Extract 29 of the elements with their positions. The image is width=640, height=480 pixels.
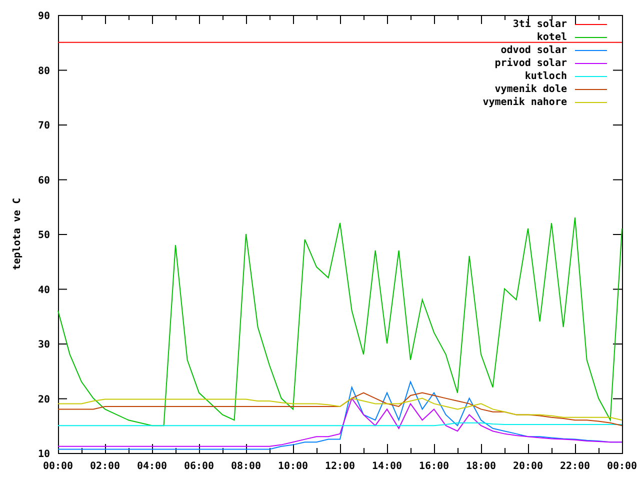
y-tick-label: 70	[38, 120, 50, 132]
x-tick-label: 00:00	[42, 461, 74, 472]
x-tick-label: 06:00	[184, 461, 214, 472]
x-tick-label: 00:00	[606, 461, 638, 472]
x-tick-label: 10:00	[278, 461, 308, 472]
y-tick-label: 30	[38, 340, 50, 350]
y-tick-label: 60	[38, 175, 50, 186]
legend-label: vymenik dole	[494, 84, 567, 95]
legend-label: kutloch	[524, 71, 567, 82]
y-tick-label: 40	[38, 284, 50, 296]
x-tick-label: 16:00	[418, 461, 450, 472]
y-tick-label: 90	[38, 11, 50, 22]
y-tick-label: 20	[38, 394, 50, 406]
y-axis-label: teplota ve C	[12, 198, 23, 270]
x-tick-label: 02:00	[90, 461, 120, 472]
x-tick-label: 20:00	[512, 461, 544, 472]
x-tick-label: 12:00	[324, 461, 356, 472]
y-tick-label: 80	[38, 66, 50, 77]
legend-label: privod solar	[494, 58, 567, 69]
legend-label: kotel	[536, 32, 567, 43]
y-tick-label: 50	[38, 230, 50, 241]
x-tick-label: 14:00	[372, 461, 402, 472]
x-tick-label: 08:00	[230, 461, 262, 472]
legend-label: odvod solar	[500, 45, 567, 56]
x-tick-label: 18:00	[466, 461, 496, 472]
y-tick-label: 10	[38, 449, 50, 460]
legend-label: vymenik nahore	[482, 97, 567, 108]
x-tick-label: 04:00	[136, 461, 168, 472]
x-tick-label: 22:00	[560, 461, 590, 472]
